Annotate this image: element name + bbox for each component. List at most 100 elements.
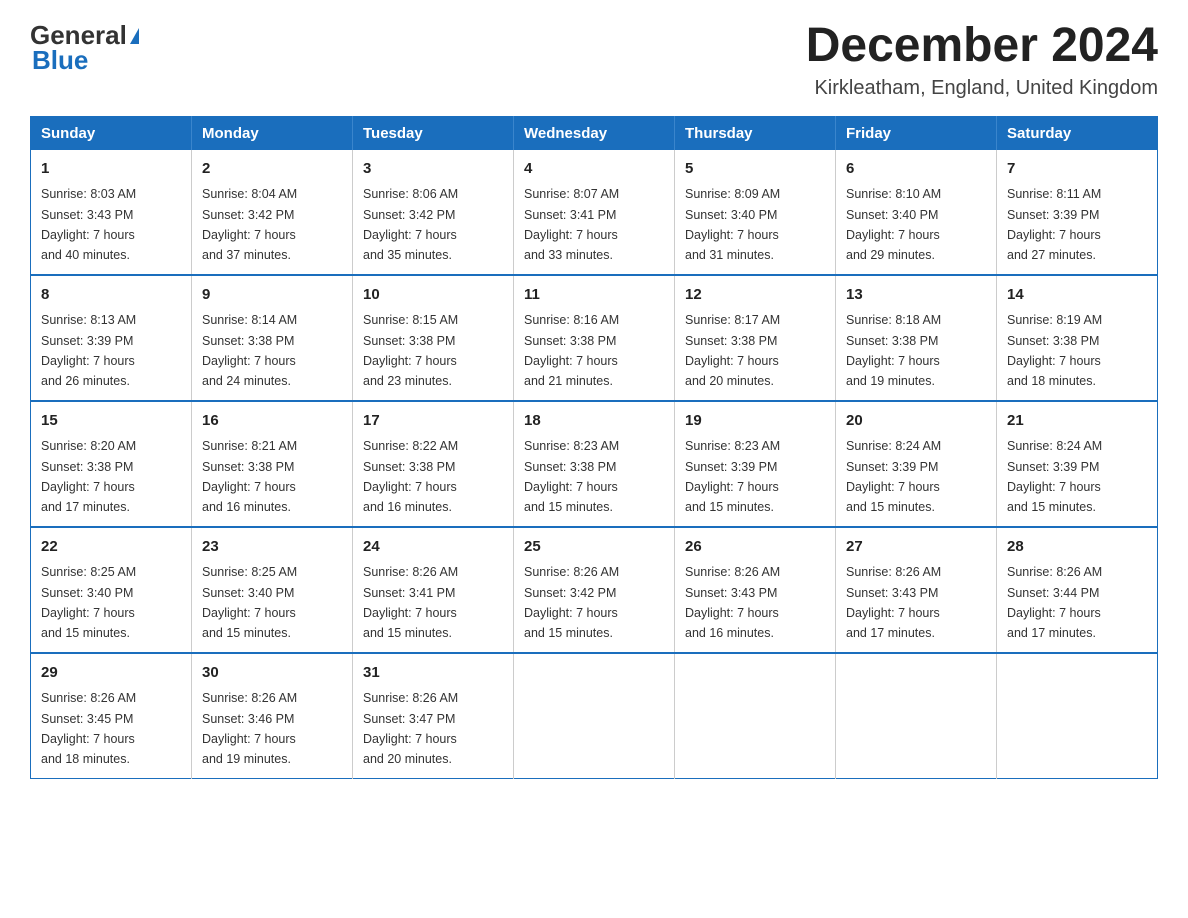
day-number: 16 — [202, 410, 342, 433]
day-info: Sunrise: 8:16 AMSunset: 3:38 PMDaylight:… — [524, 313, 619, 388]
calendar-week-row: 22 Sunrise: 8:25 AMSunset: 3:40 PMDaylig… — [31, 527, 1158, 653]
day-info: Sunrise: 8:04 AMSunset: 3:42 PMDaylight:… — [202, 187, 297, 262]
day-info: Sunrise: 8:23 AMSunset: 3:38 PMDaylight:… — [524, 439, 619, 514]
day-number: 7 — [1007, 158, 1147, 181]
table-row: 18 Sunrise: 8:23 AMSunset: 3:38 PMDaylig… — [514, 401, 675, 527]
day-number: 26 — [685, 536, 825, 559]
day-info: Sunrise: 8:17 AMSunset: 3:38 PMDaylight:… — [685, 313, 780, 388]
day-number: 17 — [363, 410, 503, 433]
table-row: 26 Sunrise: 8:26 AMSunset: 3:43 PMDaylig… — [675, 527, 836, 653]
day-number: 19 — [685, 410, 825, 433]
table-row: 21 Sunrise: 8:24 AMSunset: 3:39 PMDaylig… — [997, 401, 1158, 527]
table-row: 22 Sunrise: 8:25 AMSunset: 3:40 PMDaylig… — [31, 527, 192, 653]
logo-blue-text: Blue — [32, 45, 88, 76]
table-row: 1 Sunrise: 8:03 AMSunset: 3:43 PMDayligh… — [31, 150, 192, 275]
calendar-week-row: 15 Sunrise: 8:20 AMSunset: 3:38 PMDaylig… — [31, 401, 1158, 527]
table-row: 14 Sunrise: 8:19 AMSunset: 3:38 PMDaylig… — [997, 275, 1158, 401]
table-row: 24 Sunrise: 8:26 AMSunset: 3:41 PMDaylig… — [353, 527, 514, 653]
day-number: 22 — [41, 536, 181, 559]
day-info: Sunrise: 8:14 AMSunset: 3:38 PMDaylight:… — [202, 313, 297, 388]
day-number: 9 — [202, 284, 342, 307]
col-sunday: Sunday — [31, 116, 192, 150]
day-info: Sunrise: 8:07 AMSunset: 3:41 PMDaylight:… — [524, 187, 619, 262]
table-row: 15 Sunrise: 8:20 AMSunset: 3:38 PMDaylig… — [31, 401, 192, 527]
month-year-title: December 2024 — [806, 20, 1158, 73]
table-row — [514, 653, 675, 779]
day-number: 12 — [685, 284, 825, 307]
day-number: 27 — [846, 536, 986, 559]
day-info: Sunrise: 8:09 AMSunset: 3:40 PMDaylight:… — [685, 187, 780, 262]
day-number: 25 — [524, 536, 664, 559]
day-number: 14 — [1007, 284, 1147, 307]
day-number: 2 — [202, 158, 342, 181]
calendar-header-row: Sunday Monday Tuesday Wednesday Thursday… — [31, 116, 1158, 150]
day-number: 8 — [41, 284, 181, 307]
day-info: Sunrise: 8:26 AMSunset: 3:41 PMDaylight:… — [363, 565, 458, 640]
day-info: Sunrise: 8:26 AMSunset: 3:43 PMDaylight:… — [685, 565, 780, 640]
day-info: Sunrise: 8:11 AMSunset: 3:39 PMDaylight:… — [1007, 187, 1101, 262]
day-number: 20 — [846, 410, 986, 433]
day-number: 11 — [524, 284, 664, 307]
day-number: 4 — [524, 158, 664, 181]
day-info: Sunrise: 8:20 AMSunset: 3:38 PMDaylight:… — [41, 439, 136, 514]
table-row: 8 Sunrise: 8:13 AMSunset: 3:39 PMDayligh… — [31, 275, 192, 401]
calendar-week-row: 8 Sunrise: 8:13 AMSunset: 3:39 PMDayligh… — [31, 275, 1158, 401]
day-info: Sunrise: 8:26 AMSunset: 3:44 PMDaylight:… — [1007, 565, 1102, 640]
table-row: 25 Sunrise: 8:26 AMSunset: 3:42 PMDaylig… — [514, 527, 675, 653]
day-info: Sunrise: 8:24 AMSunset: 3:39 PMDaylight:… — [1007, 439, 1102, 514]
col-thursday: Thursday — [675, 116, 836, 150]
logo-triangle-icon — [130, 28, 139, 44]
table-row: 12 Sunrise: 8:17 AMSunset: 3:38 PMDaylig… — [675, 275, 836, 401]
table-row: 5 Sunrise: 8:09 AMSunset: 3:40 PMDayligh… — [675, 150, 836, 275]
col-monday: Monday — [192, 116, 353, 150]
day-number: 13 — [846, 284, 986, 307]
day-info: Sunrise: 8:19 AMSunset: 3:38 PMDaylight:… — [1007, 313, 1102, 388]
table-row: 31 Sunrise: 8:26 AMSunset: 3:47 PMDaylig… — [353, 653, 514, 779]
table-row: 13 Sunrise: 8:18 AMSunset: 3:38 PMDaylig… — [836, 275, 997, 401]
table-row: 10 Sunrise: 8:15 AMSunset: 3:38 PMDaylig… — [353, 275, 514, 401]
page-header: General Blue December 2024 Kirkleatham, … — [30, 20, 1158, 100]
col-friday: Friday — [836, 116, 997, 150]
col-saturday: Saturday — [997, 116, 1158, 150]
day-number: 5 — [685, 158, 825, 181]
day-number: 18 — [524, 410, 664, 433]
day-info: Sunrise: 8:21 AMSunset: 3:38 PMDaylight:… — [202, 439, 297, 514]
table-row: 16 Sunrise: 8:21 AMSunset: 3:38 PMDaylig… — [192, 401, 353, 527]
table-row: 23 Sunrise: 8:25 AMSunset: 3:40 PMDaylig… — [192, 527, 353, 653]
table-row: 19 Sunrise: 8:23 AMSunset: 3:39 PMDaylig… — [675, 401, 836, 527]
day-info: Sunrise: 8:15 AMSunset: 3:38 PMDaylight:… — [363, 313, 458, 388]
day-info: Sunrise: 8:26 AMSunset: 3:43 PMDaylight:… — [846, 565, 941, 640]
table-row: 29 Sunrise: 8:26 AMSunset: 3:45 PMDaylig… — [31, 653, 192, 779]
day-info: Sunrise: 8:06 AMSunset: 3:42 PMDaylight:… — [363, 187, 458, 262]
table-row: 20 Sunrise: 8:24 AMSunset: 3:39 PMDaylig… — [836, 401, 997, 527]
table-row: 17 Sunrise: 8:22 AMSunset: 3:38 PMDaylig… — [353, 401, 514, 527]
table-row: 30 Sunrise: 8:26 AMSunset: 3:46 PMDaylig… — [192, 653, 353, 779]
location-subtitle: Kirkleatham, England, United Kingdom — [806, 77, 1158, 100]
table-row: 28 Sunrise: 8:26 AMSunset: 3:44 PMDaylig… — [997, 527, 1158, 653]
day-number: 10 — [363, 284, 503, 307]
table-row: 11 Sunrise: 8:16 AMSunset: 3:38 PMDaylig… — [514, 275, 675, 401]
day-info: Sunrise: 8:26 AMSunset: 3:42 PMDaylight:… — [524, 565, 619, 640]
table-row: 2 Sunrise: 8:04 AMSunset: 3:42 PMDayligh… — [192, 150, 353, 275]
day-info: Sunrise: 8:23 AMSunset: 3:39 PMDaylight:… — [685, 439, 780, 514]
table-row — [836, 653, 997, 779]
calendar-title-area: December 2024 Kirkleatham, England, Unit… — [806, 20, 1158, 100]
day-info: Sunrise: 8:25 AMSunset: 3:40 PMDaylight:… — [202, 565, 297, 640]
table-row: 6 Sunrise: 8:10 AMSunset: 3:40 PMDayligh… — [836, 150, 997, 275]
day-number: 1 — [41, 158, 181, 181]
day-info: Sunrise: 8:25 AMSunset: 3:40 PMDaylight:… — [41, 565, 136, 640]
table-row: 3 Sunrise: 8:06 AMSunset: 3:42 PMDayligh… — [353, 150, 514, 275]
day-info: Sunrise: 8:03 AMSunset: 3:43 PMDaylight:… — [41, 187, 136, 262]
calendar-week-row: 1 Sunrise: 8:03 AMSunset: 3:43 PMDayligh… — [31, 150, 1158, 275]
day-info: Sunrise: 8:24 AMSunset: 3:39 PMDaylight:… — [846, 439, 941, 514]
day-number: 23 — [202, 536, 342, 559]
table-row — [997, 653, 1158, 779]
day-info: Sunrise: 8:13 AMSunset: 3:39 PMDaylight:… — [41, 313, 136, 388]
day-number: 6 — [846, 158, 986, 181]
day-number: 3 — [363, 158, 503, 181]
table-row: 27 Sunrise: 8:26 AMSunset: 3:43 PMDaylig… — [836, 527, 997, 653]
logo: General Blue — [30, 20, 139, 76]
col-tuesday: Tuesday — [353, 116, 514, 150]
table-row: 7 Sunrise: 8:11 AMSunset: 3:39 PMDayligh… — [997, 150, 1158, 275]
day-info: Sunrise: 8:10 AMSunset: 3:40 PMDaylight:… — [846, 187, 941, 262]
